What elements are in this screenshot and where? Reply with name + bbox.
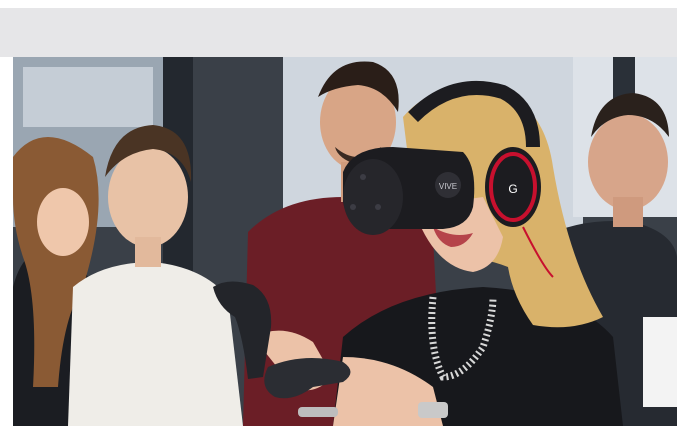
photo-illustration: VIVE G xyxy=(13,57,677,426)
bracelet xyxy=(298,407,338,417)
header-bar xyxy=(0,8,677,57)
paper-sheet xyxy=(643,317,677,407)
wristwatch xyxy=(418,402,448,418)
headphone-logo: G xyxy=(508,182,517,196)
page-frame: VIVE G xyxy=(0,0,677,426)
vr-demo-photo: VIVE G xyxy=(13,57,677,426)
top-margin xyxy=(0,0,677,8)
vr-headset: VIVE xyxy=(343,147,475,235)
headset-logo: VIVE xyxy=(439,182,457,191)
